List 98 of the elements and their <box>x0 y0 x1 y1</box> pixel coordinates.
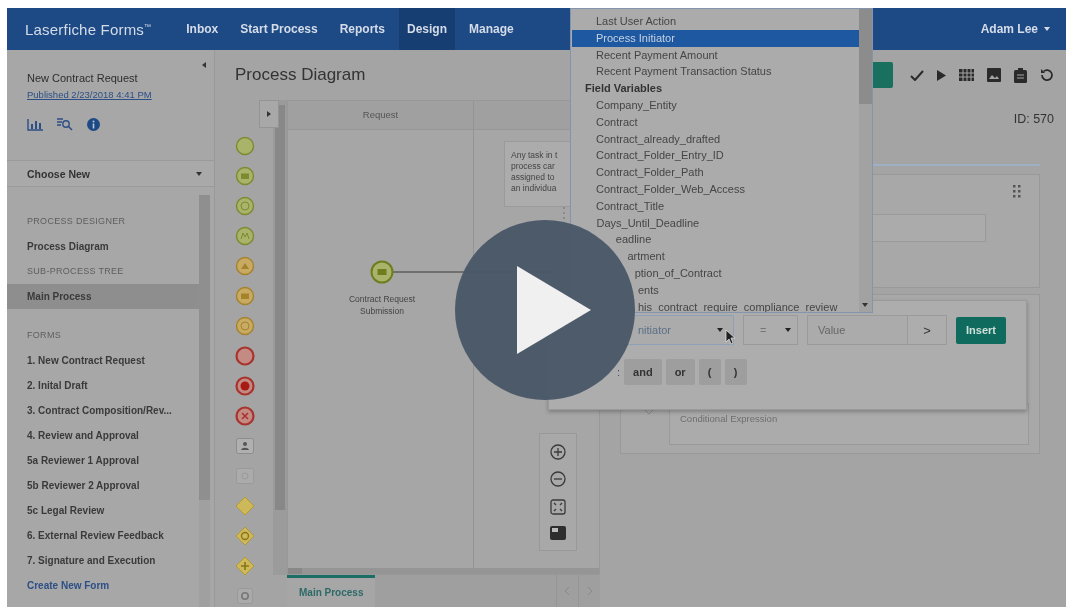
expand-icon[interactable] <box>259 100 279 128</box>
operator-button[interactable]: ) <box>724 359 747 385</box>
nav-tab[interactable]: Manage <box>461 8 522 50</box>
grid-icon[interactable] <box>959 69 974 81</box>
scrollbar[interactable] <box>288 568 599 574</box>
sidebar-item[interactable]: 7. Signature and Execution <box>7 548 199 573</box>
dropdown-option[interactable]: artment <box>627 248 665 265</box>
chart-icon[interactable] <box>27 118 43 131</box>
caret-icon <box>785 328 791 332</box>
clipboard-icon[interactable] <box>1014 67 1027 83</box>
end-event-icon[interactable] <box>235 376 255 396</box>
zoom-in-icon[interactable] <box>550 443 566 460</box>
sidebar-item[interactable]: 6. External Review Feedback <box>7 523 199 548</box>
caret-icon <box>1044 27 1050 31</box>
dropdown-option[interactable]: Contract_Folder_Web_Access <box>596 180 745 198</box>
app-logo[interactable]: Laserfiche Forms$^{™}$ <box>25 20 152 38</box>
image-icon[interactable] <box>987 68 1001 82</box>
option-group-label: Field Variables <box>585 81 663 97</box>
section-header: SUB-PROCESS TREE <box>26 265 125 278</box>
process-name: New Contract Request <box>27 72 139 84</box>
start-event-icon[interactable] <box>370 260 394 284</box>
check-icon[interactable] <box>910 69 924 81</box>
user-task-icon[interactable] <box>235 436 255 456</box>
scrollbar[interactable] <box>273 100 287 575</box>
end-event-icon[interactable] <box>235 346 255 366</box>
end-event-icon[interactable] <box>235 406 255 426</box>
published-link[interactable]: Published 2/23/2018 4:41 PM <box>27 89 152 100</box>
fit-screen-icon[interactable] <box>550 498 566 515</box>
dropdown-option[interactable]: Recent Payment Transaction Status <box>596 63 772 81</box>
gear-icon[interactable] <box>235 586 255 606</box>
choose-new-dropdown[interactable]: Choose New <box>7 160 214 187</box>
start-event-icon[interactable] <box>235 166 255 186</box>
gateway-icon[interactable] <box>235 526 255 546</box>
event-label: Contract Request Submission <box>347 293 417 317</box>
dropdown-option[interactable]: Contract_already_drafted <box>596 130 721 148</box>
page-title: Process Diagram <box>234 64 366 86</box>
dropdown-option[interactable]: Process Initiator <box>572 29 859 47</box>
sidebar-item[interactable]: 5a Reviewer 1 Approval <box>7 448 199 473</box>
sidebar-item[interactable]: 2. Inital Draft <box>7 373 199 398</box>
search-list-icon[interactable] <box>57 118 73 131</box>
start-event-icon[interactable] <box>235 226 255 246</box>
scrollbar[interactable] <box>199 195 210 607</box>
dropdown-option[interactable]: ption_of_Contract <box>634 264 722 282</box>
dropdown-option[interactable]: ents <box>638 281 659 299</box>
id-label: ID: 570 <box>1013 112 1054 126</box>
operator-button[interactable]: or <box>665 359 695 385</box>
dropdown-option[interactable]: his_contract_require_compliance_review_ <box>638 298 844 312</box>
next-button[interactable]: > <box>908 315 947 345</box>
undo-icon[interactable] <box>1040 68 1054 82</box>
scrollbar[interactable] <box>859 9 872 312</box>
zoom-out-icon[interactable] <box>550 471 566 488</box>
play-icon[interactable] <box>937 69 946 81</box>
dropdown-option[interactable]: Days_Until_Deadline <box>596 214 700 232</box>
value-field[interactable]: Value <box>807 315 908 345</box>
user-menu[interactable]: Adam Lee <box>980 22 1050 36</box>
process-tab[interactable]: Main Process <box>287 575 376 607</box>
nav-tab[interactable]: Inbox <box>178 8 227 50</box>
operator-button[interactable]: ( <box>698 359 721 385</box>
sidebar-item[interactable]: Process Diagram <box>7 234 199 259</box>
operator-label: : <box>617 366 621 378</box>
dropdown-option[interactable]: Contract <box>596 113 638 131</box>
minimap-icon[interactable] <box>550 526 566 541</box>
caret-icon <box>196 171 202 176</box>
start-event-icon[interactable] <box>235 136 255 156</box>
nav-tab[interactable]: Start Process <box>232 8 326 50</box>
sidebar-item[interactable]: Main Process <box>7 284 199 309</box>
start-event-icon[interactable] <box>235 196 255 216</box>
collapse-icon[interactable] <box>202 62 206 68</box>
intermediate-event-icon[interactable] <box>235 256 255 276</box>
dropdown-option[interactable]: Contract_Folder_Path <box>596 164 704 181</box>
gateway-icon[interactable] <box>235 496 255 516</box>
sidebar-item[interactable]: 5b Reviewer 2 Approval <box>7 473 199 498</box>
intermediate-event-icon[interactable] <box>235 316 255 336</box>
operator-button[interactable]: and <box>624 359 662 385</box>
section-header: FORMS <box>26 329 62 342</box>
create-form-link[interactable]: Create New Form <box>7 573 199 598</box>
dropdown-option[interactable]: Last User Action <box>596 13 677 30</box>
intermediate-event-icon[interactable] <box>235 286 255 306</box>
dropdown-option[interactable]: Company_Entity <box>596 97 677 114</box>
insert-button[interactable]: Insert <box>956 316 1006 344</box>
dropdown-option[interactable]: Contract_Title <box>596 197 665 215</box>
nav-tab[interactable]: Reports <box>331 8 393 50</box>
mouse-cursor-icon <box>725 329 737 345</box>
sidebar-item[interactable]: 5c Legal Review <box>7 498 199 523</box>
caret-icon[interactable] <box>862 303 868 307</box>
sidebar-item[interactable]: 4. Review and Approval <box>7 423 199 448</box>
nav-tab[interactable]: Design <box>399 8 455 50</box>
lane-title: Request <box>361 108 400 122</box>
sidebar-item[interactable]: 3. Contract Composition/Rev... <box>7 398 199 423</box>
dropdown-option[interactable]: eadline <box>615 231 652 249</box>
info-icon[interactable] <box>87 118 100 131</box>
section-header: PROCESS DESIGNER <box>26 215 127 228</box>
sidebar-item[interactable]: 1. New Contract Request <box>7 348 199 373</box>
caret-icon <box>717 328 723 332</box>
dropdown-option[interactable]: Recent Payment Amount <box>596 46 718 64</box>
gateway-icon[interactable] <box>235 556 255 576</box>
dropdown-option[interactable]: Contract_Folder_Entry_ID <box>596 147 724 165</box>
drag-handle-icon[interactable] <box>1013 185 1021 198</box>
